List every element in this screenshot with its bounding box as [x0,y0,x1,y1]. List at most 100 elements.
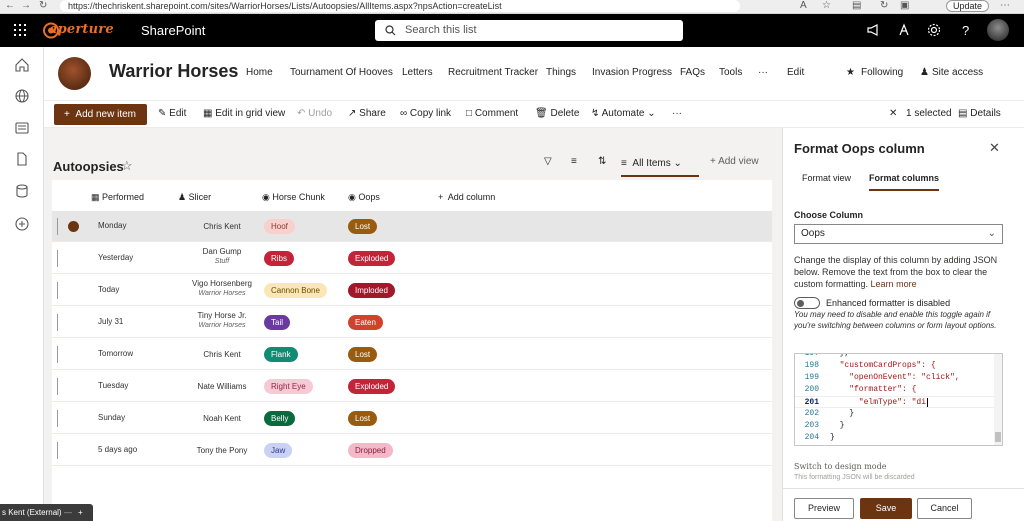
site-access-button[interactable]: Site access [932,67,983,78]
nav-things[interactable]: Things [546,67,576,78]
cell-slicer[interactable]: Chris Kent [180,350,264,359]
row-handle[interactable] [57,346,60,363]
switch-design-mode-link[interactable]: Switch to design mode [794,462,886,471]
row-handle[interactable] [57,378,60,395]
column-oops[interactable]: ◉ Oops [348,192,380,203]
app-name[interactable]: SharePoint [141,23,205,38]
favorite-star-icon[interactable]: ☆ [121,158,133,174]
copilot-icon[interactable] [896,22,912,38]
cancel-button[interactable]: Cancel [917,498,972,519]
automate-button[interactable]: ↯ Automate ⌄ [591,108,656,120]
presence-tab[interactable]: s Kent (External) — + [0,504,93,521]
tab-format-columns[interactable]: Format columns [869,173,940,191]
add-column-button[interactable]: + Add column [438,192,495,202]
nav-tournament-of-hooves[interactable]: Tournament Of Hooves [290,67,393,78]
extension-icon[interactable]: ▤ [852,0,861,12]
megaphone-icon[interactable] [865,22,881,38]
view-selector[interactable]: ≡ All Items ⌄ [621,153,699,177]
user-avatar[interactable] [987,19,1009,41]
table-row[interactable]: Today Vigo Horsenberg Warrior Horses Cann… [52,275,772,306]
row-handle[interactable] [57,410,60,427]
add-new-item-button[interactable]: + Add new item [54,104,147,125]
table-row[interactable]: 5 days ago Tony the Pony Jaw Dropped [52,435,772,466]
edit-grid-button[interactable]: ▦ Edit in grid view [203,108,285,120]
site-title[interactable]: Warrior Horses [109,61,238,82]
save-button[interactable]: Save [860,498,912,519]
clear-selection-icon[interactable]: ✕ [889,108,897,120]
nav-home[interactable]: Home [246,67,273,78]
share-button[interactable]: ↗ Share [348,108,386,120]
filter-icon[interactable]: ▽ [544,156,552,167]
row-handle[interactable] [57,442,60,459]
site-logo[interactable] [58,57,91,90]
column-dropdown[interactable]: Oops ⌄ [794,224,1003,244]
tab-format-view[interactable]: Format view [802,173,851,183]
nav-edit[interactable]: Edit [787,67,804,78]
edit-button[interactable]: ✎ Edit [158,108,186,120]
learn-more-link[interactable]: Learn more [871,279,917,289]
row-selected-check-icon[interactable] [68,221,79,232]
undo-button[interactable]: ↶ Undo [297,108,332,120]
comment-button[interactable]: □ Comment [466,108,518,120]
row-handle[interactable] [57,250,60,267]
reload-icon[interactable]: ↻ [39,0,47,12]
gear-icon[interactable] [926,22,942,38]
cell-slicer[interactable]: Vigo Horsenberg Warrior Horses [180,279,264,297]
copy-link-button[interactable]: ∞ Copy link [400,108,451,120]
table-row[interactable]: Tuesday Nate Williams Right Eye Exploded [52,371,772,402]
sort-icon[interactable]: ⇅ [598,156,606,167]
row-handle[interactable] [57,282,60,299]
cell-slicer[interactable]: Tiny Horse Jr. Warrior Horses [180,311,264,329]
cell-slicer[interactable]: Nate Williams [180,382,264,391]
globe-icon[interactable] [14,88,30,104]
aa-icon[interactable]: A [800,0,807,12]
table-row[interactable]: July 31 Tiny Horse Jr. Warrior Horses Tai… [52,307,772,338]
preview-button[interactable]: Preview [794,498,854,519]
add-circle-icon[interactable] [14,216,30,232]
details-button[interactable]: ▤ Details [958,108,1001,120]
favorite-icon[interactable]: ☆ [822,0,831,12]
minimize-icon[interactable]: — [64,504,72,521]
forward-icon[interactable]: → [21,0,31,12]
table-row[interactable]: Monday Chris Kent Hoof Lost [52,211,772,242]
search-input[interactable]: Search this list [375,20,683,41]
following-button[interactable]: Following [861,67,903,78]
nav-faqs[interactable]: FAQs [680,67,705,78]
nav-more[interactable]: ··· [758,67,768,78]
column-horse-chunk[interactable]: ◉ Horse Chunk [262,192,325,203]
back-icon[interactable]: ← [5,0,15,12]
more-icon[interactable]: ⋯ [1000,0,1010,12]
nav-tools[interactable]: Tools [719,67,742,78]
nav-invasion-progress[interactable]: Invasion Progress [592,67,672,78]
news-icon[interactable] [14,120,30,136]
group-by-icon[interactable]: ≡ [571,156,577,167]
delete-button[interactable]: 🗑 Delete [535,108,579,120]
column-slicer[interactable]: ♟ Slicer [178,192,211,203]
table-row[interactable]: Tomorrow Chris Kent Flank Lost [52,339,772,370]
address-bar[interactable]: https://thechriskent.sharepoint.com/site… [60,0,740,12]
document-icon[interactable] [14,151,30,167]
database-icon[interactable] [14,183,30,199]
add-view-button[interactable]: + Add view [710,156,759,167]
refresh-icon[interactable]: ↻ [880,0,888,12]
add-icon[interactable]: + [78,504,83,521]
row-handle[interactable] [57,218,60,235]
nav-letters[interactable]: Letters [402,67,433,78]
help-icon[interactable]: ? [957,22,973,38]
column-performed[interactable]: ▦ Performed [91,192,144,203]
table-row[interactable]: Yesterday Dan Gump Stuff Ribs Exploded [52,243,772,274]
update-button[interactable]: Update [946,0,990,12]
cell-slicer[interactable]: Tony the Pony [180,446,264,455]
enhanced-formatter-toggle[interactable] [794,297,820,309]
editor-scrollbar[interactable] [994,354,1002,445]
cell-slicer[interactable]: Noah Kent [180,414,264,423]
more-commands-button[interactable]: ··· [672,108,682,120]
close-icon[interactable]: ✕ [989,140,1000,156]
json-editor[interactable]: 197 }, 198 "customCardProps": { 199 "ope… [794,353,1003,446]
row-handle[interactable] [57,314,60,331]
table-row[interactable]: Sunday Noah Kent Belly Lost [52,403,772,434]
cell-slicer[interactable]: Chris Kent [180,222,264,231]
app-launcher-icon[interactable] [14,24,26,36]
collections-icon[interactable]: ▣ [900,0,909,12]
home-icon[interactable] [14,57,30,73]
